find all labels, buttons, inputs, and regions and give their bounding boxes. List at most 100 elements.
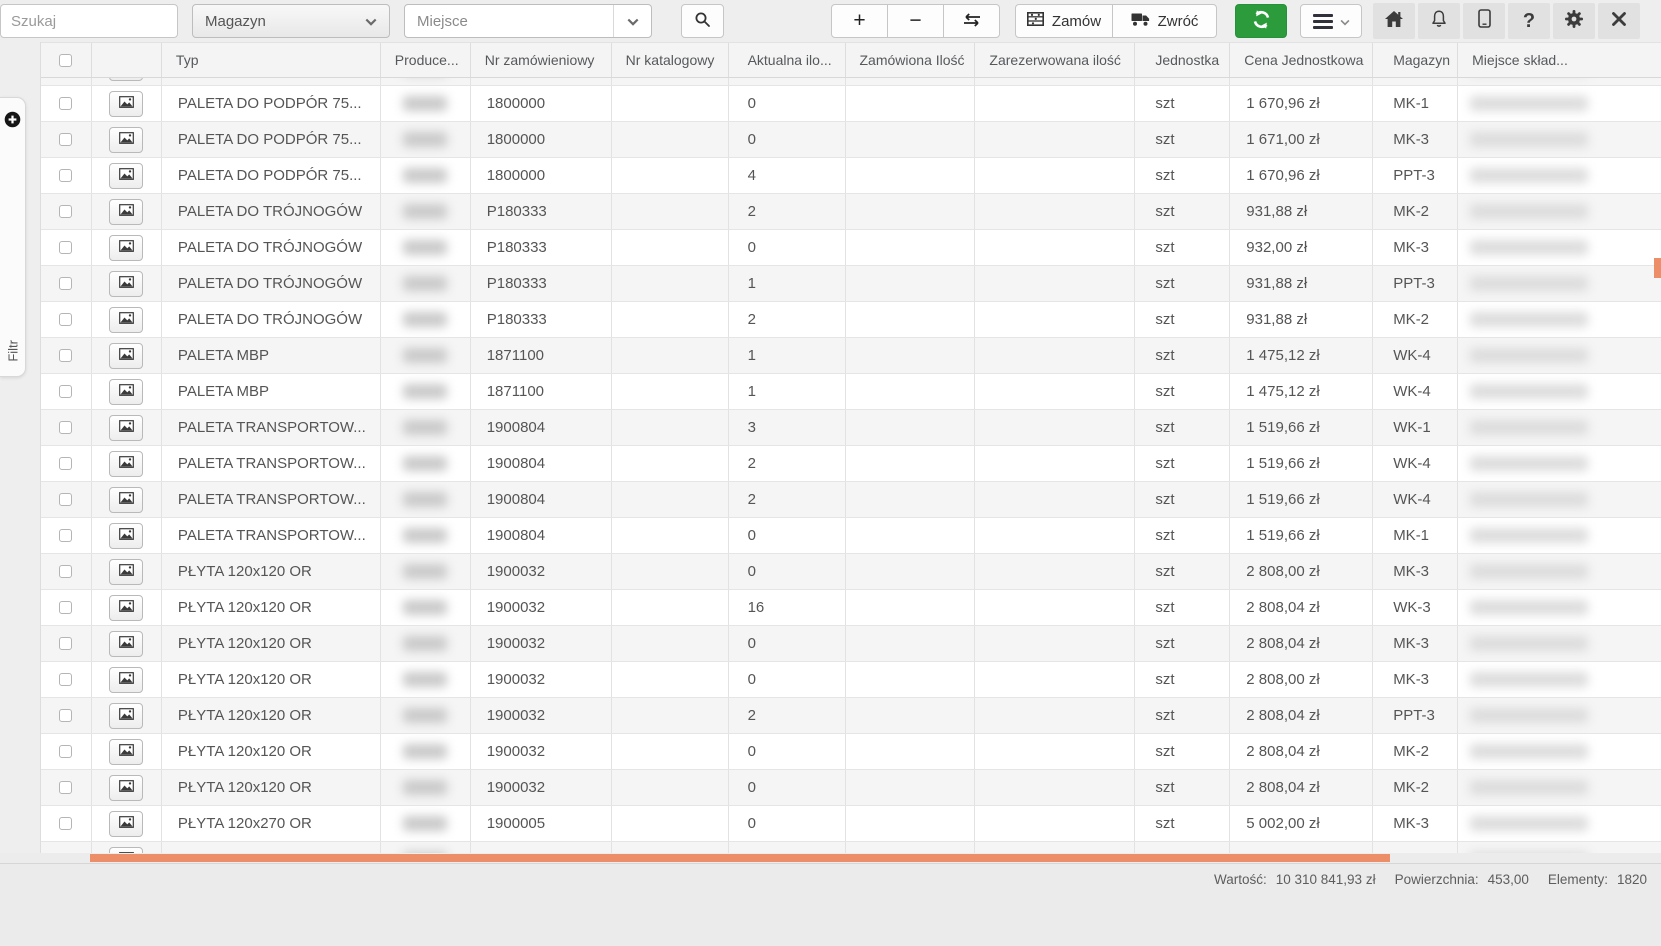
row-checkbox[interactable]: [59, 781, 72, 794]
image-button[interactable]: [109, 271, 143, 297]
close-button[interactable]: [1598, 3, 1640, 39]
place-select[interactable]: Miejsce: [404, 4, 652, 38]
table-row[interactable]: PŁYTA 120x270 OR 1900005 0 szt 5 002,00 …: [41, 806, 1661, 842]
return-button[interactable]: Zwróć: [1112, 4, 1217, 38]
row-checkbox[interactable]: [59, 817, 72, 830]
image-button[interactable]: [109, 631, 143, 657]
table-row[interactable]: PALETA DO TRÓJNOGÓW P180333 0 szt 932,00…: [41, 230, 1661, 266]
row-checkbox[interactable]: [59, 205, 72, 218]
home-button[interactable]: [1373, 3, 1415, 39]
table-row[interactable]: PŁYTA 120x120 OR 1900032 0 szt 2 808,00 …: [41, 554, 1661, 590]
image-button[interactable]: [109, 559, 143, 585]
notifications-button[interactable]: [1418, 3, 1460, 39]
vertical-scrollbar-thumb[interactable]: [1654, 258, 1661, 278]
table-row[interactable]: PALETA DO TRÓJNOGÓW P180333 2 szt 931,88…: [41, 194, 1661, 230]
image-button[interactable]: [109, 91, 143, 117]
place-select-dropdown-button[interactable]: [613, 5, 651, 37]
image-button[interactable]: [109, 127, 143, 153]
table-row[interactable]: PALETA DO TRÓJNOGÓW P180333 2 szt 931,88…: [41, 302, 1661, 338]
header-producent[interactable]: Produce...: [381, 43, 471, 77]
table-row[interactable]: PŁYTA 120x120 OR 1900032 0 szt 2 808,04 …: [41, 734, 1661, 770]
row-checkbox[interactable]: [59, 745, 72, 758]
row-checkbox[interactable]: [59, 709, 72, 722]
row-checkbox[interactable]: [59, 385, 72, 398]
image-button[interactable]: [109, 739, 143, 765]
image-button[interactable]: [109, 595, 143, 621]
warehouse-select[interactable]: Magazyn: [192, 4, 390, 38]
image-button[interactable]: [109, 451, 143, 477]
table-row[interactable]: PALETA DO TRÓJNOGÓW P180333 1 szt 931,88…: [41, 266, 1661, 302]
row-checkbox[interactable]: [59, 637, 72, 650]
image-button[interactable]: [109, 667, 143, 693]
table-row[interactable]: PŁYTA 120x120 OR 1900032 2 szt 2 808,04 …: [41, 698, 1661, 734]
table-row[interactable]: PALETA DO PODPÓR 75... 1800000 0 szt 1 6…: [41, 122, 1661, 158]
image-button[interactable]: [109, 415, 143, 441]
header-zarezerwowana-ilosc[interactable]: Zarezerwowana ilość: [975, 43, 1135, 77]
header-aktualna-ilosc[interactable]: Aktualna ilo...: [729, 43, 846, 77]
row-checkbox[interactable]: [59, 673, 72, 686]
table-row[interactable]: PALETA TRANSPORTOW... 1900804 0 szt 1 51…: [41, 518, 1661, 554]
header-jednostka[interactable]: Jednostka: [1135, 43, 1230, 77]
filter-panel-tab[interactable]: Filtr: [0, 97, 26, 377]
image-button[interactable]: [109, 235, 143, 261]
image-button[interactable]: [109, 523, 143, 549]
row-checkbox[interactable]: [59, 169, 72, 182]
table-row[interactable]: [41, 78, 1661, 86]
search-input[interactable]: [0, 4, 178, 38]
table-row[interactable]: PALETA MBP 1871100 1 szt 1 475,12 zł WK-…: [41, 338, 1661, 374]
horizontal-scrollbar-thumb[interactable]: [90, 854, 1390, 862]
image-button[interactable]: [109, 343, 143, 369]
table-row[interactable]: PŁYTA 120x270 OR 1900005 0 szt 5 002,00 …: [41, 842, 1661, 853]
header-nr-zamowieniowy[interactable]: Nr zamówieniowy: [471, 43, 612, 77]
image-button[interactable]: [109, 379, 143, 405]
mobile-button[interactable]: [1463, 3, 1505, 39]
order-button[interactable]: Zamów: [1015, 4, 1113, 38]
header-nr-katalogowy[interactable]: Nr katalogowy: [612, 43, 729, 77]
row-checkbox[interactable]: [59, 277, 72, 290]
table-row[interactable]: PALETA TRANSPORTOW... 1900804 2 szt 1 51…: [41, 446, 1661, 482]
row-checkbox[interactable]: [59, 97, 72, 110]
header-cena-jednostkowa[interactable]: Cena Jednostkowa: [1230, 43, 1373, 77]
image-button[interactable]: [109, 487, 143, 513]
menu-button[interactable]: [1300, 4, 1362, 38]
image-button[interactable]: [109, 703, 143, 729]
subtract-button[interactable]: −: [887, 4, 944, 38]
row-checkbox[interactable]: [59, 601, 72, 614]
row-checkbox[interactable]: [59, 493, 72, 506]
row-checkbox[interactable]: [59, 457, 72, 470]
transfer-button[interactable]: [943, 4, 1000, 38]
refresh-button[interactable]: [1235, 4, 1287, 38]
horizontal-scrollbar[interactable]: [0, 853, 1661, 863]
help-button[interactable]: ?: [1508, 3, 1550, 39]
table-row[interactable]: PŁYTA 120x120 OR 1900032 16 szt 2 808,04…: [41, 590, 1661, 626]
row-checkbox[interactable]: [59, 241, 72, 254]
header-typ[interactable]: Typ: [162, 43, 381, 77]
row-checkbox[interactable]: [59, 349, 72, 362]
header-miejsce-skladowania[interactable]: Miejsce skład...: [1458, 43, 1661, 77]
table-row[interactable]: PALETA TRANSPORTOW... 1900804 2 szt 1 51…: [41, 482, 1661, 518]
image-button[interactable]: [109, 199, 143, 225]
add-button[interactable]: +: [831, 4, 888, 38]
select-all-checkbox[interactable]: [59, 54, 72, 67]
row-checkbox[interactable]: [59, 565, 72, 578]
image-button[interactable]: [109, 775, 143, 801]
image-button[interactable]: [109, 307, 143, 333]
row-checkbox[interactable]: [59, 133, 72, 146]
settings-button[interactable]: [1553, 3, 1595, 39]
row-checkbox[interactable]: [59, 313, 72, 326]
image-button[interactable]: [109, 78, 143, 81]
table-row[interactable]: PŁYTA 120x120 OR 1900032 0 szt 2 808,04 …: [41, 770, 1661, 806]
table-row[interactable]: PALETA DO PODPÓR 75... 1800000 4 szt 1 6…: [41, 158, 1661, 194]
table-row[interactable]: PALETA MBP 1871100 1 szt 1 475,12 zł WK-…: [41, 374, 1661, 410]
table-row[interactable]: PALETA TRANSPORTOW... 1900804 3 szt 1 51…: [41, 410, 1661, 446]
image-button[interactable]: [109, 811, 143, 837]
row-checkbox[interactable]: [59, 421, 72, 434]
search-button[interactable]: [681, 4, 724, 38]
table-row[interactable]: PŁYTA 120x120 OR 1900032 0 szt 2 808,04 …: [41, 626, 1661, 662]
row-checkbox[interactable]: [59, 529, 72, 542]
header-zamowiona-ilosc[interactable]: Zamówiona Ilość: [846, 43, 976, 77]
header-magazyn[interactable]: Magazyn: [1373, 43, 1458, 77]
image-button[interactable]: [109, 163, 143, 189]
table-row[interactable]: PŁYTA 120x120 OR 1900032 0 szt 2 808,00 …: [41, 662, 1661, 698]
table-row[interactable]: PALETA DO PODPÓR 75... 1800000 0 szt 1 6…: [41, 86, 1661, 122]
